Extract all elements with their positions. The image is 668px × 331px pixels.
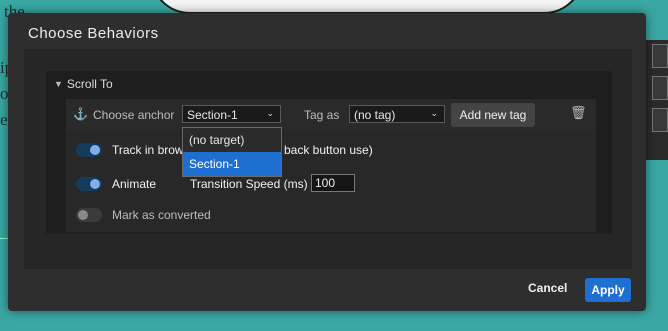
- behavior-settings: ⚓ Choose anchor Section-1 ⌄ Tag as (no t…: [66, 99, 596, 232]
- track-label: Track in brow: [112, 143, 184, 157]
- add-new-tag-button[interactable]: Add new tag: [451, 103, 535, 127]
- chevron-down-icon: ⌄: [430, 108, 438, 118]
- toggle-knob: [90, 145, 100, 155]
- animate-label: Animate: [112, 177, 157, 191]
- anchor-select-value: Section-1: [187, 108, 238, 122]
- anchor-row: ⚓ Choose anchor Section-1 ⌄ Tag as (no t…: [66, 99, 596, 131]
- anchor-icon: ⚓: [73, 107, 88, 121]
- mark-converted-label: Mark as converted: [112, 208, 211, 222]
- dropdown-option-section-1[interactable]: Section-1: [183, 152, 281, 176]
- toggle-knob: [78, 210, 88, 220]
- track-label-end: back button use): [284, 143, 373, 157]
- dialog-title: Choose Behaviors: [28, 25, 159, 42]
- anchor-select[interactable]: Section-1 ⌄: [182, 105, 281, 123]
- background-side-panel: [645, 40, 668, 160]
- background-illustration: [150, 0, 584, 14]
- transition-speed-label: Transition Speed (ms): [190, 177, 308, 191]
- tag-as-label: Tag as: [304, 108, 340, 122]
- side-panel-slot[interactable]: [652, 76, 668, 100]
- tag-select-value: (no tag): [354, 108, 396, 122]
- chevron-down-icon: ⌄: [266, 108, 274, 118]
- caret-down-icon[interactable]: ▼: [54, 79, 63, 89]
- animate-toggle[interactable]: [76, 177, 102, 191]
- scroll-to-panel: ▼ Scroll To ⚓ Choose anchor Section-1 ⌄ …: [46, 71, 612, 234]
- dropdown-option-no-target[interactable]: (no target): [183, 128, 281, 152]
- dialog-body: ▼ Scroll To ⚓ Choose anchor Section-1 ⌄ …: [24, 49, 632, 269]
- tag-select[interactable]: (no tag) ⌄: [349, 105, 445, 123]
- cancel-button[interactable]: Cancel: [528, 281, 567, 295]
- choose-anchor-label: Choose anchor: [93, 108, 175, 122]
- transition-speed-input[interactable]: [311, 174, 355, 192]
- converted-toggle[interactable]: [76, 208, 102, 222]
- scroll-to-header[interactable]: ▼ Scroll To: [54, 77, 113, 91]
- side-panel-slot[interactable]: [652, 108, 668, 132]
- scroll-to-label: Scroll To: [66, 77, 113, 91]
- side-panel-slot[interactable]: [652, 44, 668, 68]
- toggle-knob: [90, 179, 100, 189]
- track-toggle[interactable]: [76, 143, 102, 157]
- anchor-dropdown-list: (no target) Section-1: [182, 127, 282, 177]
- choose-behaviors-dialog: Choose Behaviors ▼ Scroll To ⚓ Choose an…: [8, 13, 646, 311]
- apply-button[interactable]: Apply: [585, 278, 631, 302]
- trash-icon[interactable]: 🗑: [570, 105, 587, 121]
